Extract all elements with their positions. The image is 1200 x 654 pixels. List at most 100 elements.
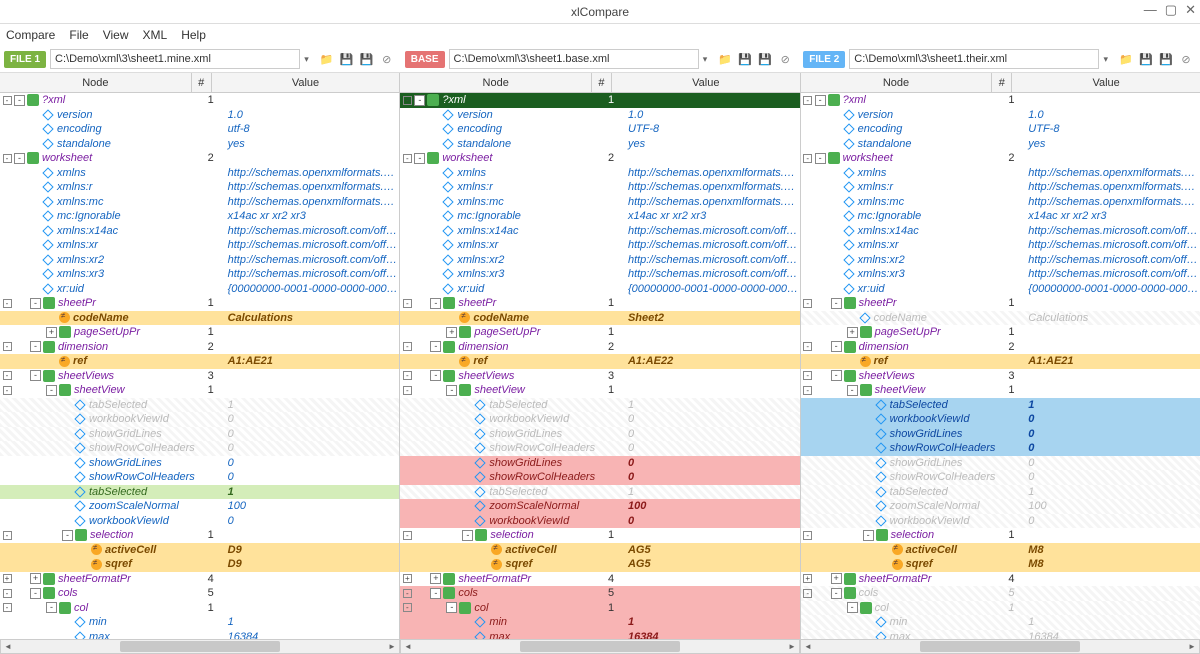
- gutter-expand[interactable]: -: [400, 342, 414, 351]
- tree-row[interactable]: xr:uid{00000000-0001-0000-0000-000000000…: [400, 282, 799, 297]
- tree-row[interactable]: xmlns:x14achttp://schemas.microsoft.com/…: [801, 224, 1200, 239]
- tree-row[interactable]: --col1: [0, 601, 399, 616]
- tree-row[interactable]: --sheetPr1: [0, 296, 399, 311]
- file1-save-icon[interactable]: 💾: [339, 51, 355, 67]
- tree-row[interactable]: tabSelected1: [0, 398, 399, 413]
- tree-row[interactable]: tabSelected1: [0, 485, 399, 500]
- tree-row[interactable]: version1.0: [0, 108, 399, 123]
- base-close-icon[interactable]: ⊘: [777, 51, 793, 67]
- tree-row[interactable]: --selection1: [400, 528, 799, 543]
- gutter-expand[interactable]: -: [801, 386, 815, 395]
- gutter-expand[interactable]: -: [0, 531, 14, 540]
- menu-file[interactable]: File: [69, 28, 88, 42]
- menu-view[interactable]: View: [103, 28, 129, 42]
- tree-row[interactable]: showGridLines0: [801, 427, 1200, 442]
- gutter-expand[interactable]: -: [0, 371, 14, 380]
- expand-toggle[interactable]: -: [446, 602, 457, 613]
- gutter-expand[interactable]: -: [400, 531, 414, 540]
- col-header-value[interactable]: Value: [612, 73, 800, 92]
- tree-row[interactable]: tabSelected1: [400, 398, 799, 413]
- tree-row[interactable]: --worksheet2: [0, 151, 399, 166]
- tree-row[interactable]: workbookViewId0: [400, 412, 799, 427]
- tree-row[interactable]: version1.0: [801, 108, 1200, 123]
- tree-row[interactable]: mc:Ignorablex14ac xr xr2 xr3: [400, 209, 799, 224]
- base-save-icon[interactable]: 💾: [737, 51, 753, 67]
- tree-row[interactable]: max16384: [801, 630, 1200, 640]
- expand-toggle[interactable]: -: [430, 370, 441, 381]
- tree-row[interactable]: +pageSetUpPr1: [400, 325, 799, 340]
- tree-row[interactable]: xmlns:xr2http://schemas.microsoft.com/of…: [801, 253, 1200, 268]
- tree-row[interactable]: zoomScaleNormal100: [0, 499, 399, 514]
- gutter-expand[interactable]: -: [400, 154, 414, 163]
- expand-toggle[interactable]: +: [430, 573, 441, 584]
- gutter-expand[interactable]: -: [801, 299, 815, 308]
- expand-toggle[interactable]: +: [30, 573, 41, 584]
- tree-row[interactable]: --cols5: [801, 586, 1200, 601]
- tree-row[interactable]: encodingUTF-8: [400, 122, 799, 137]
- panel2-tree[interactable]: --?xml1version1.0encodingUTF-8standalone…: [400, 93, 799, 639]
- tree-row[interactable]: xr:uid{00000000-0001-0000-0000-000000000…: [801, 282, 1200, 297]
- expand-toggle[interactable]: -: [430, 298, 441, 309]
- gutter-expand[interactable]: +: [0, 574, 14, 583]
- close-icon[interactable]: ✕: [1185, 2, 1196, 18]
- tree-row[interactable]: sqrefAG5: [400, 557, 799, 572]
- expand-toggle[interactable]: -: [30, 341, 41, 352]
- file2-path-input[interactable]: [849, 49, 1099, 69]
- expand-toggle[interactable]: -: [46, 602, 57, 613]
- tree-row[interactable]: refA1:AE21: [801, 354, 1200, 369]
- expand-toggle[interactable]: -: [831, 588, 842, 599]
- gutter-expand[interactable]: -: [0, 589, 14, 598]
- tree-row[interactable]: mc:Ignorablex14ac xr xr2 xr3: [801, 209, 1200, 224]
- tree-row[interactable]: --dimension2: [400, 340, 799, 355]
- gutter-expand[interactable]: -: [400, 589, 414, 598]
- expand-toggle[interactable]: +: [831, 573, 842, 584]
- tree-row[interactable]: codeNameCalculations: [801, 311, 1200, 326]
- expand-toggle[interactable]: -: [847, 385, 858, 396]
- expand-toggle[interactable]: -: [14, 95, 25, 106]
- tree-row[interactable]: xmlns:rhttp://schemas.openxmlformats.org…: [801, 180, 1200, 195]
- tree-row[interactable]: standaloneyes: [0, 137, 399, 152]
- gutter-expand[interactable]: -: [0, 342, 14, 351]
- file1-close-icon[interactable]: ⊘: [379, 51, 395, 67]
- tree-row[interactable]: showRowColHeaders0: [801, 441, 1200, 456]
- tree-row[interactable]: encodingUTF-8: [801, 122, 1200, 137]
- expand-toggle[interactable]: -: [847, 602, 858, 613]
- tree-row[interactable]: ++sheetFormatPr4: [801, 572, 1200, 587]
- tree-row[interactable]: xmlns:xrhttp://schemas.microsoft.com/off…: [0, 238, 399, 253]
- file2-save-icon[interactable]: 💾: [1138, 51, 1154, 67]
- tree-row[interactable]: --sheetPr1: [801, 296, 1200, 311]
- tree-row[interactable]: xmlns:xr3http://schemas.microsoft.com/of…: [0, 267, 399, 282]
- expand-toggle[interactable]: -: [462, 530, 473, 541]
- tree-row[interactable]: min1: [0, 615, 399, 630]
- col-header-hash[interactable]: #: [192, 73, 212, 92]
- tree-row[interactable]: --sheetViews3: [0, 369, 399, 384]
- tree-row[interactable]: --selection1: [801, 528, 1200, 543]
- tree-row[interactable]: +pageSetUpPr1: [801, 325, 1200, 340]
- expand-toggle[interactable]: -: [815, 95, 826, 106]
- gutter-expand[interactable]: -: [0, 299, 14, 308]
- tree-row[interactable]: xmlns:x14achttp://schemas.microsoft.com/…: [0, 224, 399, 239]
- gutter-expand[interactable]: +: [400, 574, 414, 583]
- tree-row[interactable]: standaloneyes: [400, 137, 799, 152]
- expand-toggle[interactable]: -: [30, 298, 41, 309]
- minimize-icon[interactable]: —: [1144, 2, 1157, 18]
- file1-saveas-icon[interactable]: 💾: [359, 51, 375, 67]
- expand-toggle[interactable]: -: [831, 370, 842, 381]
- tree-row[interactable]: showGridLines0: [400, 427, 799, 442]
- tree-row[interactable]: min1: [400, 615, 799, 630]
- file2-close-icon[interactable]: ⊘: [1178, 51, 1194, 67]
- tree-row[interactable]: workbookViewId0: [801, 514, 1200, 529]
- expand-toggle[interactable]: -: [831, 298, 842, 309]
- tree-row[interactable]: xmlns:xr2http://schemas.microsoft.com/of…: [0, 253, 399, 268]
- tree-row[interactable]: showGridLines0: [801, 456, 1200, 471]
- tree-row[interactable]: showRowColHeaders0: [0, 441, 399, 456]
- panel1-tree[interactable]: --?xml1version1.0encodingutf-8standalone…: [0, 93, 399, 639]
- gutter-expand[interactable]: -: [400, 603, 414, 612]
- tree-row[interactable]: sqrefM8: [801, 557, 1200, 572]
- panel3-tree[interactable]: --?xml1version1.0encodingUTF-8standalone…: [801, 93, 1200, 639]
- tree-row[interactable]: showGridLines0: [0, 427, 399, 442]
- tree-row[interactable]: xr:uid{00000000-0001-0000-0000-000000000…: [0, 282, 399, 297]
- tree-row[interactable]: showRowColHeaders0: [801, 470, 1200, 485]
- tree-row[interactable]: sqrefD9: [0, 557, 399, 572]
- col-header-value[interactable]: Value: [1012, 73, 1200, 92]
